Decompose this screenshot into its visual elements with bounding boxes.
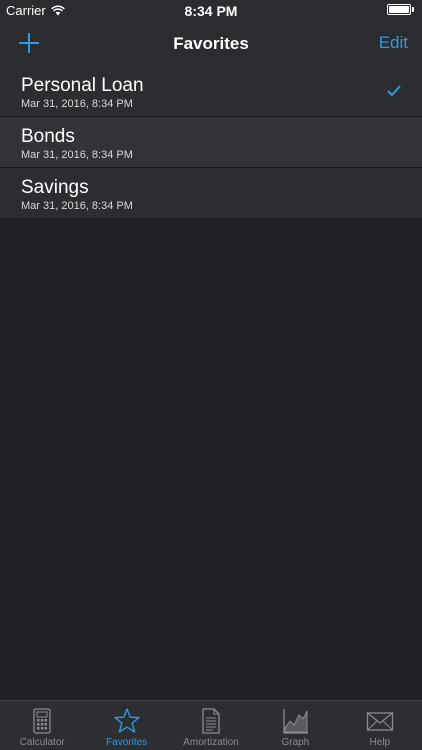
star-icon bbox=[113, 708, 140, 733]
calculator-icon bbox=[33, 708, 51, 734]
tab-label: Help bbox=[369, 737, 391, 748]
tab-graph[interactable]: Graph bbox=[253, 701, 337, 750]
navigation-bar: Favorites Edit bbox=[0, 22, 422, 66]
screen: Carrier 8:34 PM Favorites Edit Personal … bbox=[0, 0, 422, 750]
item-title: Personal Loan bbox=[21, 75, 144, 96]
item-title: Savings bbox=[21, 177, 89, 198]
list-item[interactable]: Savings Mar 31, 2016, 8:34 PM bbox=[0, 168, 422, 219]
battery-icon bbox=[387, 4, 414, 15]
tab-label: Calculator bbox=[19, 737, 65, 748]
tab-favorites[interactable]: Favorites bbox=[84, 701, 168, 750]
tab-label: Graph bbox=[281, 737, 310, 748]
tab-amortization[interactable]: Amortization bbox=[169, 701, 253, 750]
list-item[interactable]: Bonds Mar 31, 2016, 8:34 PM bbox=[0, 117, 422, 168]
graph-icon bbox=[283, 709, 309, 734]
tab-bar: Calculator Favorites Amortization Graph … bbox=[0, 700, 422, 750]
item-date: Mar 31, 2016, 8:34 PM bbox=[21, 98, 133, 110]
tab-calculator[interactable]: Calculator bbox=[0, 701, 84, 750]
tab-label: Amortization bbox=[183, 737, 239, 748]
document-icon bbox=[202, 708, 220, 734]
tab-label: Favorites bbox=[106, 737, 148, 748]
status-bar: Carrier 8:34 PM bbox=[0, 0, 422, 22]
status-time: 8:34 PM bbox=[184, 3, 238, 19]
envelope-icon bbox=[366, 712, 393, 731]
edit-button[interactable]: Edit bbox=[379, 33, 408, 53]
item-date: Mar 31, 2016, 8:34 PM bbox=[21, 149, 133, 161]
item-date: Mar 31, 2016, 8:34 PM bbox=[21, 200, 133, 212]
page-title: Favorites bbox=[173, 34, 249, 53]
checkmark-icon bbox=[387, 85, 401, 97]
list-item[interactable]: Personal Loan Mar 31, 2016, 8:34 PM bbox=[0, 66, 422, 117]
favorites-list: Personal Loan Mar 31, 2016, 8:34 PM Bond… bbox=[0, 66, 422, 219]
item-title: Bonds bbox=[21, 126, 75, 147]
tab-help[interactable]: Help bbox=[338, 701, 422, 750]
